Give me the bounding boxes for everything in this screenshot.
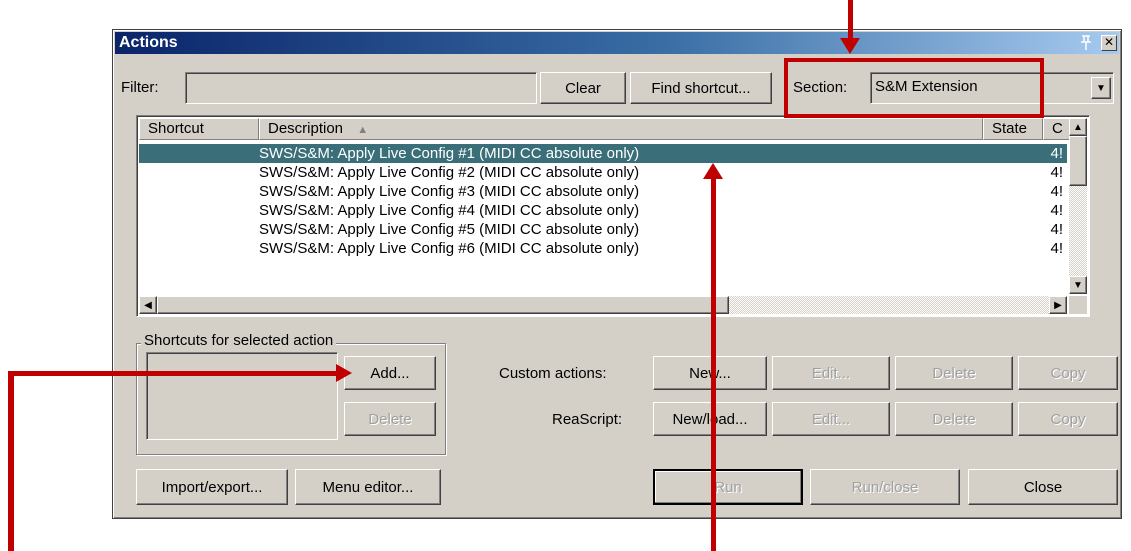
close-button[interactable]: Close [968,469,1118,505]
clear-button[interactable]: Clear [540,72,626,104]
custom-copy-button[interactable]: Copy [1018,356,1118,390]
section-arrow-head-icon [840,38,860,54]
close-icon[interactable]: ✕ [1101,35,1117,51]
row-c: 4! [1050,145,1063,162]
window-title: Actions [119,34,178,51]
row-c: 4! [1050,164,1063,181]
filter-input[interactable] [185,72,537,104]
column-shortcut[interactable]: Shortcut [139,118,259,140]
column-c[interactable]: C [1043,118,1071,140]
row-description: SWS/S&M: Apply Live Config #4 (MIDI CC a… [259,202,640,219]
row-description: SWS/S&M: Apply Live Config #3 (MIDI CC a… [259,183,640,200]
custom-delete-button[interactable]: Delete [895,356,1013,390]
table-row[interactable]: SWS/S&M: Apply Live Config #3 (MIDI CC a… [139,182,1067,201]
scroll-up-icon[interactable]: ▲ [1069,118,1087,136]
custom-new-button[interactable]: New... [653,356,767,390]
find-shortcut-button[interactable]: Find shortcut... [630,72,772,104]
add-shortcut-button[interactable]: Add... [344,356,436,390]
row-c: 4! [1050,183,1063,200]
table-row[interactable]: SWS/S&M: Apply Live Config #6 (MIDI CC a… [139,239,1067,258]
scroll-corner [1069,296,1087,314]
add-arrow-vertical [8,372,14,551]
add-arrow-horizontal [8,371,338,376]
import-export-button[interactable]: Import/export... [136,469,288,505]
scroll-left-icon[interactable]: ◀ [139,296,157,314]
section-highlight-box [784,58,1044,118]
reascript-newload-button[interactable]: New/load... [653,402,767,436]
run-close-button[interactable]: Run/close [810,469,960,505]
menu-editor-button[interactable]: Menu editor... [295,469,441,505]
row-c: 4! [1050,240,1063,257]
filter-label: Filter: [121,79,159,96]
row-c: 4! [1050,202,1063,219]
delete-shortcut-button[interactable]: Delete [344,402,436,436]
row-arrow-shaft [711,178,716,551]
reascript-label: ReaScript: [552,411,623,428]
horizontal-scroll-thumb[interactable] [157,296,729,314]
column-description-label: Description [268,120,344,137]
pin-icon[interactable] [1077,35,1095,51]
row-c: 4! [1050,221,1063,238]
column-state[interactable]: State [983,118,1043,140]
column-description[interactable]: Description ▲ [259,118,983,140]
scroll-right-icon[interactable]: ▶ [1049,296,1067,314]
row-description: SWS/S&M: Apply Live Config #6 (MIDI CC a… [259,240,640,257]
custom-actions-label: Custom actions: [499,365,607,382]
shortcuts-list[interactable] [146,352,338,440]
row-description: SWS/S&M: Apply Live Config #2 (MIDI CC a… [259,164,640,181]
table-row[interactable]: SWS/S&M: Apply Live Config #4 (MIDI CC a… [139,201,1067,220]
row-description: SWS/S&M: Apply Live Config #1 (MIDI CC a… [259,145,640,162]
reascript-copy-button[interactable]: Copy [1018,402,1118,436]
run-button[interactable]: Run [653,469,803,505]
table-row[interactable]: SWS/S&M: Apply Live Config #1 (MIDI CC a… [139,144,1067,163]
title-bar[interactable]: Actions ✕ [115,32,1119,54]
vertical-scroll-thumb[interactable] [1069,136,1087,186]
add-arrow-head-icon [336,364,352,382]
table-row[interactable]: SWS/S&M: Apply Live Config #2 (MIDI CC a… [139,163,1067,182]
reascript-delete-button[interactable]: Delete [895,402,1013,436]
shortcuts-group-label: Shortcuts for selected action [141,332,337,349]
sort-ascending-icon: ▲ [357,124,369,136]
row-arrow-head-icon [703,163,723,179]
reascript-edit-button[interactable]: Edit... [772,402,890,436]
scroll-down-icon[interactable]: ▼ [1069,276,1087,294]
actions-list[interactable]: Shortcut Description ▲ State C SWS/S&M: … [136,115,1090,317]
dropdown-arrow-icon[interactable]: ▼ [1091,77,1111,99]
table-row[interactable]: SWS/S&M: Apply Live Config #5 (MIDI CC a… [139,220,1067,239]
row-description: SWS/S&M: Apply Live Config #5 (MIDI CC a… [259,221,640,238]
custom-edit-button[interactable]: Edit... [772,356,890,390]
